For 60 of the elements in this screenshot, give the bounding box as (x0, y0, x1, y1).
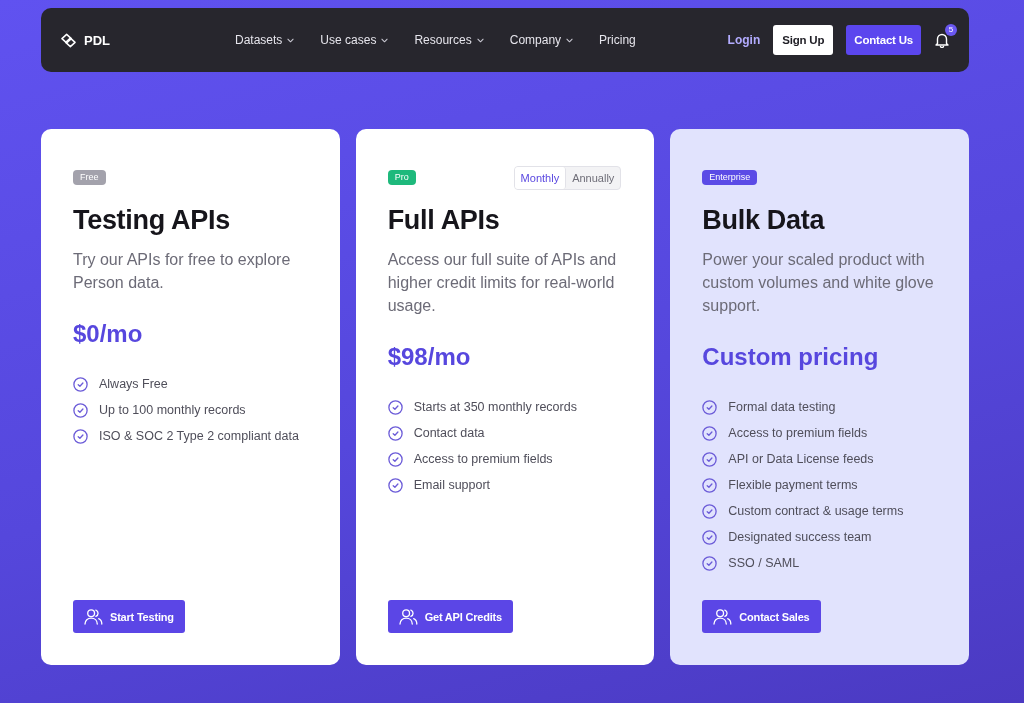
feature-text: Access to premium fields (728, 426, 868, 440)
billing-tab[interactable]: Monthly (514, 166, 567, 189)
check-circle-icon (702, 529, 718, 545)
users-icon (398, 608, 418, 625)
notification-count: 5 (945, 24, 957, 36)
feature-text: Formal data testing (728, 400, 836, 414)
plan-price: Custom pricing (702, 342, 880, 372)
check-circle-icon (702, 425, 718, 441)
check-circle-icon (387, 477, 403, 493)
feature-text: Access to premium fields (413, 452, 553, 466)
plan-badge: Free (73, 170, 106, 185)
feature-text: API or Data License feeds (728, 452, 874, 466)
nav-link[interactable]: Resources (414, 33, 484, 47)
plan-badge: Pro (387, 170, 416, 185)
check-circle-icon (73, 428, 88, 444)
check-circle-icon (73, 402, 88, 418)
users-icon (713, 608, 733, 625)
check-circle-icon (702, 477, 718, 493)
feature-text: Always Free (99, 377, 168, 391)
plan-price: $98/mo (387, 342, 472, 372)
contact-button[interactable]: Contact Us (846, 25, 921, 55)
check-circle-icon (702, 555, 718, 571)
plan-title: Full APIs (387, 204, 501, 237)
plan-title: Testing APIs (73, 204, 231, 237)
plan-price: $0/mo (73, 319, 144, 349)
nav-link[interactable]: Company (509, 33, 574, 47)
check-circle-icon (702, 451, 718, 467)
nav-link[interactable]: Use cases (320, 33, 389, 47)
feature-text: Flexible payment terms (728, 478, 858, 492)
feature-text: Custom contract & usage terms (728, 504, 904, 518)
check-circle-icon (387, 451, 403, 467)
feature-text: Up to 100 monthly records (99, 403, 246, 417)
feature-text: ISO & SOC 2 Type 2 compliant data (99, 429, 299, 443)
plan-description: Try our APIs for free to explore Person data. (73, 250, 292, 293)
check-circle-icon (702, 399, 718, 415)
feature-text: Starts at 350 monthly records (413, 400, 577, 414)
plan-description: Access our full suite of APIs and higher credit limits for real-world usage. (387, 250, 618, 316)
logo-icon[interactable] (60, 32, 77, 48)
brand-name[interactable]: PDL (84, 32, 110, 48)
plan-button[interactable]: Start Testing (73, 600, 185, 633)
nav-link[interactable]: Datasets (235, 33, 295, 47)
feature-text: Contact data (413, 426, 485, 440)
check-circle-icon (702, 503, 718, 519)
plan-description: Power your scaled product with custom volumes and white glove support. (702, 250, 935, 316)
check-circle-icon (73, 376, 88, 392)
nav-link[interactable]: Pricing (599, 33, 636, 47)
login-link[interactable]: Login (727, 33, 761, 47)
check-circle-icon (387, 425, 403, 441)
billing-tab[interactable]: Annually (566, 166, 621, 189)
bell-icon[interactable] (934, 32, 950, 48)
plan-title: Bulk Data (702, 204, 826, 237)
users-icon (84, 608, 103, 625)
sign-up-button[interactable]: Sign Up (773, 25, 834, 55)
plan-button[interactable]: Contact Sales (702, 600, 821, 633)
plan-button[interactable]: Get API Credits (387, 600, 513, 633)
feature-text: Designated success team (728, 530, 872, 544)
feature-text: SSO / SAML (728, 556, 800, 570)
feature-text: Email support (413, 478, 491, 492)
plan-badge: Enterprise (702, 170, 758, 185)
check-circle-icon (387, 399, 403, 415)
